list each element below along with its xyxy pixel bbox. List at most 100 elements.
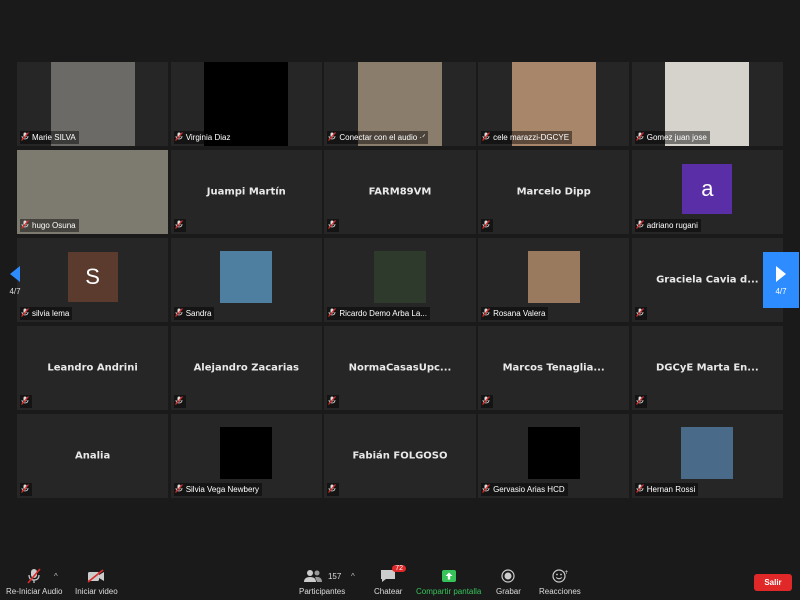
participants-count: 157 <box>327 571 342 581</box>
participant-tile[interactable]: DGCyE Marta En... <box>631 326 783 410</box>
participant-name-label: Virginia Diaz <box>173 131 234 144</box>
participant-tile[interactable]: Silvia Vega Newbery <box>170 414 322 498</box>
participant-tile[interactable]: Alejandro Zacarias <box>170 326 322 410</box>
meeting-toolbar: Re-Iniciar Audio ^ Iniciar video 157 Par… <box>0 564 800 600</box>
participant-tile[interactable]: Ssilvia lema <box>17 238 169 322</box>
participant-tile[interactable]: NormaCasasUpc... <box>324 326 476 410</box>
participant-name: Sandra <box>185 309 212 318</box>
muted-mic-icon <box>21 132 29 143</box>
muted-mic-icon <box>482 396 491 407</box>
next-page-button[interactable]: 4/7 <box>763 252 799 308</box>
participant-name-label <box>327 483 340 496</box>
participant-name: Rosana Valera <box>493 309 546 318</box>
participant-display-name: FARM89VM <box>368 186 432 198</box>
participant-display-name: Marcos Tenaglia... <box>502 362 605 374</box>
participant-name: Silvia Vega Newbery <box>185 485 260 494</box>
participant-name-label: cele marazzi-DGCYE <box>481 131 573 144</box>
participant-name: Virginia Diaz <box>185 133 231 142</box>
muted-mic-icon <box>21 220 29 231</box>
participant-tile[interactable]: Conectar con el audio ·ᐟ <box>324 62 476 146</box>
participant-tile[interactable]: Marcos Tenaglia... <box>478 326 630 410</box>
muted-mic-icon <box>482 220 491 231</box>
participant-photo <box>527 250 580 303</box>
participant-tile[interactable]: Juampi Martín <box>170 150 322 234</box>
reactions-label: Reacciones <box>539 587 581 596</box>
record-label: Grabar <box>496 587 521 596</box>
participant-photo <box>220 426 273 479</box>
participant-tile[interactable]: Rosana Valera <box>478 238 630 322</box>
muted-mic-icon <box>635 132 644 143</box>
muted-mic-icon <box>328 396 337 407</box>
muted-mic-icon <box>174 396 183 407</box>
participant-display-name: Analia <box>74 450 111 462</box>
participant-display-name: Leandro Andrini <box>47 362 138 374</box>
participant-tile[interactable]: Leandro Andrini <box>17 326 169 410</box>
muted-mic-icon <box>635 308 644 319</box>
participant-name-label: Hernan Rossi <box>634 483 699 496</box>
participant-name-label: hugo Osuna <box>20 219 79 232</box>
muted-mic-icon <box>328 308 337 319</box>
participant-name-label <box>481 395 494 408</box>
muted-mic-icon <box>328 220 337 231</box>
participant-name-label: Marie SILVA <box>20 131 79 144</box>
participant-name: Marie SILVA <box>32 133 76 142</box>
chat-button[interactable]: 72 Chatear <box>374 565 407 596</box>
record-button[interactable]: Grabar <box>496 568 521 596</box>
participant-name: Gomez juan jose <box>646 133 707 142</box>
muted-mic-icon <box>174 484 183 495</box>
start-video-button[interactable]: Iniciar video <box>75 568 118 596</box>
participants-button[interactable]: 157 Participantes <box>299 568 345 596</box>
muted-mic-icon <box>482 484 491 495</box>
page-indicator-right: 4/7 <box>775 286 787 296</box>
participant-tile[interactable]: FARM89VM <box>324 150 476 234</box>
participant-display-name: Alejandro Zacarias <box>193 362 299 374</box>
participant-tile[interactable]: hugo Osuna <box>17 150 169 234</box>
muted-mic-icon <box>328 484 337 495</box>
participant-photo <box>373 250 426 303</box>
participant-tile[interactable]: cele marazzi-DGCYE <box>478 62 630 146</box>
participant-tile[interactable]: Analia <box>17 414 169 498</box>
participant-tile[interactable]: Gervasio Arias HCD <box>478 414 630 498</box>
participant-tile[interactable]: Marcelo Dipp <box>478 150 630 234</box>
video-label: Iniciar video <box>75 587 118 596</box>
participant-name-label: Silvia Vega Newbery <box>173 483 263 496</box>
participant-tile[interactable]: Hernan Rossi <box>631 414 783 498</box>
share-screen-icon <box>441 568 457 584</box>
muted-mic-icon <box>482 132 491 143</box>
video-grid: Marie SILVA Virginia Diaz Conectar con el … <box>17 62 783 500</box>
participant-name-label <box>20 395 32 408</box>
participant-tile[interactable]: Virginia Diaz <box>170 62 322 146</box>
muted-mic-icon <box>21 308 29 319</box>
participant-tile[interactable]: a adriano rugani <box>631 150 783 234</box>
svg-text:+: + <box>564 569 568 576</box>
participant-tile[interactable]: Sandra <box>170 238 322 322</box>
muted-mic-icon <box>174 220 183 231</box>
chat-icon: 72 <box>380 565 407 584</box>
chat-label: Chatear <box>374 587 403 596</box>
audio-label: Re-Iniciar Audio <box>6 587 63 596</box>
audio-options-chevron-icon[interactable]: ^ <box>54 572 58 581</box>
participant-tile[interactable]: Marie SILVA <box>17 62 169 146</box>
participant-tile[interactable]: Gomez juan jose <box>631 62 783 146</box>
participant-name: adriano rugani <box>646 221 698 230</box>
muted-mic-icon <box>635 484 644 495</box>
leave-meeting-button[interactable]: Salir <box>754 574 792 591</box>
participant-name-label: Gomez juan jose <box>634 131 710 144</box>
participant-name: hugo Osuna <box>32 221 76 230</box>
participant-name-label <box>20 483 32 496</box>
participant-tile[interactable]: Ricardo Demo Arba La... <box>324 238 476 322</box>
share-screen-button[interactable]: Compartir pantalla <box>416 568 481 596</box>
participant-name-label: silvia lema <box>20 307 73 320</box>
participant-name: silvia lema <box>32 309 70 318</box>
participant-tile[interactable]: Graciela Cavia d... <box>631 238 783 322</box>
muted-mic-icon <box>21 484 29 495</box>
participants-label: Participantes <box>299 587 346 596</box>
participant-display-name: Juampi Martín <box>206 186 286 198</box>
muted-mic-icon <box>635 220 644 231</box>
reactions-button[interactable]: + Reacciones <box>539 568 581 596</box>
muted-mic-icon <box>174 308 183 319</box>
participant-display-name: Fabián FOLGOSO <box>352 450 448 462</box>
previous-page-button[interactable]: 4/7 <box>0 252 30 308</box>
participants-options-chevron-icon[interactable]: ^ <box>351 572 355 581</box>
participant-tile[interactable]: Fabián FOLGOSO <box>324 414 476 498</box>
